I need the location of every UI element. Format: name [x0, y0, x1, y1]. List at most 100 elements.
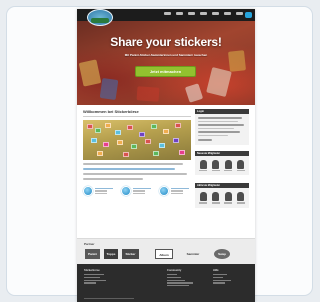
member-thumb[interactable]	[211, 159, 220, 171]
member-photo	[237, 159, 245, 169]
text-line	[198, 134, 228, 136]
member-thumb[interactable]	[199, 159, 208, 171]
member-name	[224, 202, 233, 204]
link-line[interactable]	[198, 139, 212, 141]
partner-logo[interactable]: Topps	[104, 249, 118, 259]
member-name	[236, 202, 245, 204]
footer-heading: Hilfe	[213, 269, 219, 272]
join-button[interactable]: Jetzt mitmachen	[135, 66, 196, 77]
partner-logo[interactable]: Album	[155, 249, 173, 259]
footer-link[interactable]	[167, 276, 181, 278]
sticker-tile	[145, 139, 151, 144]
footer-link[interactable]	[213, 274, 227, 276]
sticker-image	[206, 66, 232, 98]
member-thumb[interactable]	[236, 192, 245, 204]
footer-link[interactable]	[213, 276, 223, 278]
website-page: Share your stickers! Mit Panini-Sticker-…	[77, 9, 255, 302]
sticker-tile	[151, 124, 157, 129]
member-photo	[224, 159, 232, 169]
member-name	[199, 202, 208, 204]
nav-link[interactable]	[164, 12, 171, 15]
feature-text	[171, 187, 189, 195]
footer-column: Stickerbörse	[84, 269, 114, 285]
partner-logo[interactable]: Panini	[85, 249, 100, 259]
sticker-tile	[87, 124, 93, 129]
feature-item[interactable]	[83, 186, 115, 196]
text-line	[83, 173, 187, 175]
footer-link[interactable]	[213, 282, 225, 284]
sticker-tile	[163, 129, 169, 134]
footer-link[interactable]	[213, 279, 231, 281]
globe-logo-icon[interactable]	[87, 9, 113, 26]
footer-link[interactable]	[84, 279, 106, 281]
footer-column: Community	[167, 269, 197, 288]
sticker-tile	[117, 140, 123, 145]
footer-link[interactable]	[84, 282, 96, 284]
sticker-tile	[115, 130, 121, 135]
feature-icon	[83, 186, 93, 196]
user-icon[interactable]	[245, 12, 252, 18]
partner-logo[interactable]: Swap	[214, 249, 230, 259]
footer-link[interactable]	[167, 282, 193, 284]
nav-links	[164, 12, 243, 15]
link-line[interactable]	[83, 168, 175, 170]
feature-icon	[121, 186, 131, 196]
partner-strip: Partner Panini Topps Sticker Album Samml…	[77, 238, 255, 264]
member-thumb[interactable]	[224, 159, 233, 171]
text-line	[171, 187, 189, 190]
sticker-tile	[175, 123, 181, 128]
feature-row	[83, 186, 191, 196]
member-thumb[interactable]	[224, 192, 233, 204]
footer-link[interactable]	[167, 279, 185, 281]
logo-ribbon	[91, 18, 109, 23]
sticker-tile	[123, 152, 129, 157]
page-title: Willkommen bei Stickerbörse	[83, 109, 139, 114]
sticker-tile	[95, 128, 101, 133]
feature-item[interactable]	[121, 186, 153, 196]
feature-text	[95, 187, 113, 195]
member-thumb[interactable]	[211, 192, 220, 204]
partner-logo[interactable]: Sticker	[122, 249, 139, 259]
partner-logo[interactable]: Sammler	[179, 249, 207, 259]
footer-link[interactable]	[84, 276, 100, 278]
text-line	[198, 117, 242, 119]
footer-link[interactable]	[167, 274, 177, 276]
sticker-tile	[103, 142, 109, 147]
nav-link[interactable]	[236, 12, 243, 15]
sticker-tile	[127, 125, 133, 130]
footer-link[interactable]	[167, 285, 189, 287]
member-name	[211, 169, 220, 171]
member-photo	[199, 192, 207, 201]
nav-link[interactable]	[188, 12, 195, 15]
feature-item[interactable]	[159, 186, 191, 196]
sticker-tile	[131, 144, 137, 149]
text-line	[198, 120, 238, 122]
nav-link[interactable]	[200, 12, 207, 15]
nav-link[interactable]	[224, 12, 231, 15]
text-line	[95, 192, 107, 195]
nav-link[interactable]	[176, 12, 183, 15]
sticker-tile	[173, 138, 179, 143]
text-line	[95, 190, 107, 192]
sticker-tile	[91, 138, 97, 143]
member-photo	[224, 192, 232, 201]
main-content: Willkommen bei Stickerbörse	[83, 109, 191, 196]
member-photo	[237, 192, 245, 201]
footer: Stickerbörse Community Hilfe	[77, 264, 255, 302]
hero-title: Share your stickers!	[110, 35, 222, 49]
member-gallery	[195, 188, 249, 208]
member-thumb[interactable]	[199, 192, 208, 204]
member-thumb[interactable]	[236, 159, 245, 171]
sticker-image	[99, 77, 119, 101]
divider	[83, 116, 191, 117]
text-line	[133, 187, 151, 190]
member-gallery	[195, 155, 249, 175]
sticker-tile	[179, 150, 185, 155]
member-name	[211, 202, 220, 204]
feature-text	[133, 187, 151, 195]
feature-icon	[159, 186, 169, 196]
sticker-tile	[105, 123, 111, 128]
footer-link[interactable]	[84, 274, 104, 276]
sticker-tile	[139, 132, 145, 137]
nav-link[interactable]	[212, 12, 219, 15]
